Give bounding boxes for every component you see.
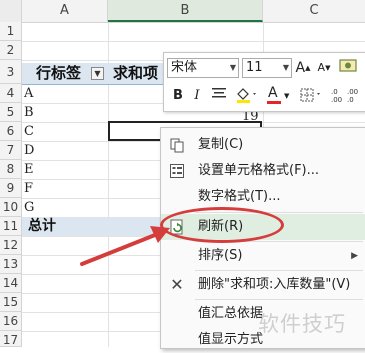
- annotation-arrow: [80, 226, 170, 266]
- watermark-text: 软件技巧: [258, 312, 346, 336]
